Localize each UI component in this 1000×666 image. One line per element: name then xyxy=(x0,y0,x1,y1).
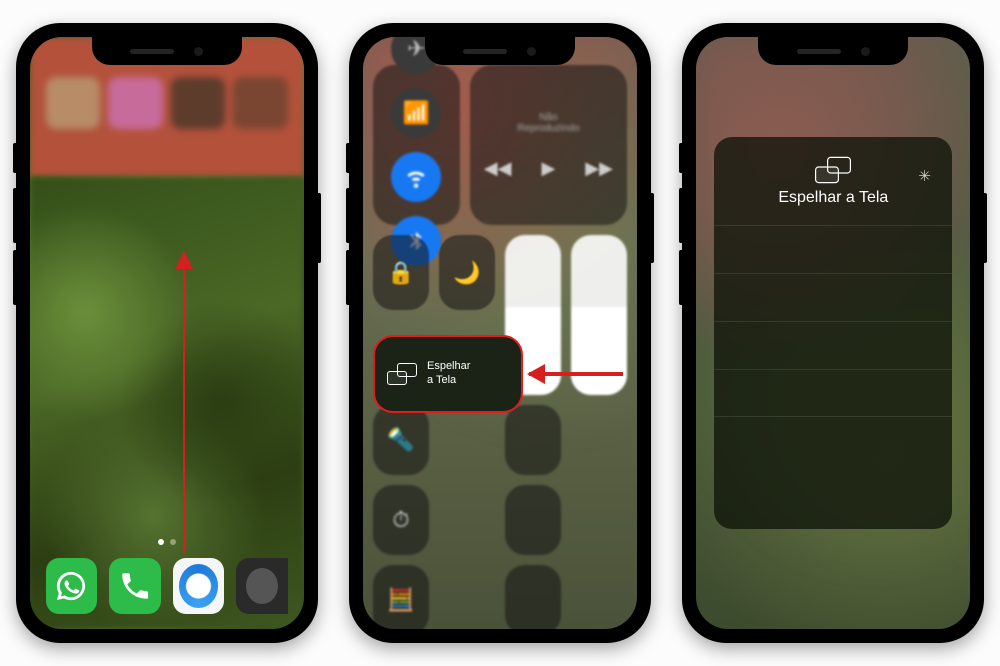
phone-app-icon[interactable] xyxy=(109,558,161,614)
play-button[interactable]: ▶ xyxy=(541,158,555,179)
screen-mirroring-label-line1: Espelhar xyxy=(427,360,470,372)
notch xyxy=(92,37,242,65)
device-list-row[interactable] xyxy=(714,225,952,273)
swipe-up-arrow-annotation xyxy=(183,253,185,553)
orientation-lock-toggle[interactable]: 🔒 xyxy=(373,235,429,310)
screen-mirroring-sheet: Espelhar a Tela xyxy=(696,37,970,629)
device-list-row[interactable] xyxy=(714,273,952,321)
timer-button[interactable]: ⏱ xyxy=(373,485,429,555)
phone-mockup-3: Espelhar a Tela xyxy=(682,23,984,643)
control-center: ✈ 📶 NãoReproduzindo ◀◀ ▶ ▶▶ xyxy=(363,37,637,629)
connectivity-panel[interactable]: ✈ 📶 xyxy=(373,65,460,225)
modal-title: Espelhar a Tela xyxy=(778,189,888,207)
wifi-toggle[interactable] xyxy=(391,152,441,202)
loading-spinner-icon xyxy=(918,167,934,183)
device-list-row[interactable] xyxy=(714,369,952,417)
screen-mirroring-icon xyxy=(815,157,851,183)
media-panel[interactable]: NãoReproduzindo ◀◀ ▶ ▶▶ xyxy=(470,65,627,225)
control-button[interactable] xyxy=(505,565,561,629)
screen-mirroring-modal: Espelhar a Tela xyxy=(714,137,952,529)
notch xyxy=(758,37,908,65)
wifi-icon xyxy=(403,164,429,190)
next-track-button[interactable]: ▶▶ xyxy=(585,158,613,179)
dock xyxy=(40,553,294,619)
screen-mirroring-label-line2: a Tela xyxy=(427,374,456,386)
banner-thumb xyxy=(108,77,163,129)
screen-mirroring-icon xyxy=(387,363,417,385)
notch xyxy=(425,37,575,65)
camera-app-icon[interactable] xyxy=(236,558,288,614)
whatsapp-icon xyxy=(54,569,88,603)
flashlight-button[interactable]: 🔦 xyxy=(373,405,429,475)
safari-app-icon[interactable] xyxy=(173,558,225,614)
control-button[interactable] xyxy=(505,405,561,475)
phone-icon xyxy=(118,569,152,603)
now-playing-label: NãoReproduzindo xyxy=(484,112,613,134)
phone-mockup-1 xyxy=(16,23,318,643)
screen-mirroring-button[interactable]: Espelhar a Tela xyxy=(373,335,523,413)
calculator-button[interactable]: 🧮 xyxy=(373,565,429,629)
page-indicator xyxy=(158,539,176,545)
home-screen xyxy=(30,37,304,629)
do-not-disturb-toggle[interactable]: 🌙 xyxy=(439,235,495,310)
banner-thumb xyxy=(46,77,101,129)
banner-thumb xyxy=(171,77,226,129)
banner-thumb xyxy=(233,77,288,129)
cellular-data-toggle[interactable]: 📶 xyxy=(391,88,441,138)
previous-track-button[interactable]: ◀◀ xyxy=(484,158,512,179)
whatsapp-app-icon[interactable] xyxy=(46,558,98,614)
control-button[interactable] xyxy=(505,485,561,555)
volume-slider[interactable] xyxy=(571,235,627,395)
phone-mockup-2: ✈ 📶 NãoReproduzindo ◀◀ ▶ ▶▶ xyxy=(349,23,651,643)
device-list-row[interactable] xyxy=(714,321,952,369)
tap-arrow-annotation xyxy=(529,372,623,376)
